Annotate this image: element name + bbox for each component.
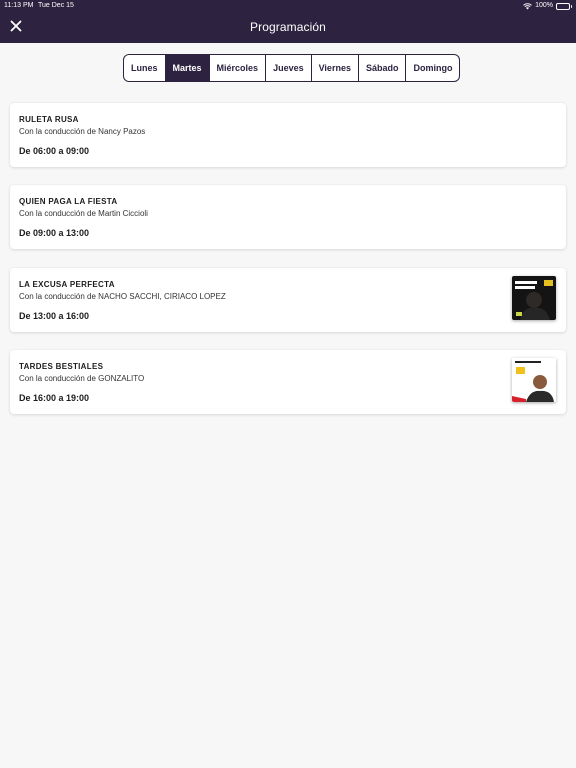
status-bar: 11:13 PM Tue Dec 15 100%: [0, 0, 576, 12]
program-host: Con la conducción de GONZALITO: [19, 374, 145, 383]
battery-icon: [556, 2, 572, 10]
program-time: De 13:00 a 16:00: [19, 311, 90, 321]
program-host: Con la conducción de NACHO SACCHI, CIRIA…: [19, 292, 226, 301]
tab-viernes[interactable]: Viernes: [310, 55, 358, 81]
program-card[interactable]: RULETA RUSA Con la conducción de Nancy P…: [10, 103, 566, 167]
program-host: Con la conducción de Martin Ciccioli: [19, 209, 148, 218]
page-title: Programación: [250, 20, 326, 34]
tab-lunes[interactable]: Lunes: [124, 55, 165, 81]
battery-percent: 100%: [535, 2, 553, 9]
tab-jueves[interactable]: Jueves: [265, 55, 311, 81]
tab-martes[interactable]: Martes: [164, 55, 209, 81]
program-card[interactable]: QUIEN PAGA LA FIESTA Con la conducción d…: [10, 185, 566, 249]
program-title: RULETA RUSA: [19, 115, 79, 124]
program-card[interactable]: TARDES BESTIALES Con la conducción de GO…: [10, 350, 566, 414]
tab-sabado[interactable]: Sábado: [357, 55, 406, 81]
la-excusa-perfecta-thumbnail: [512, 276, 556, 320]
day-selector: Lunes Martes Miércoles Jueves Viernes Sá…: [123, 54, 461, 82]
tab-domingo[interactable]: Domingo: [405, 55, 459, 81]
status-time: 11:13 PM: [4, 2, 34, 9]
program-title: LA EXCUSA PERFECTA: [19, 280, 115, 289]
program-time: De 06:00 a 09:00: [19, 146, 90, 156]
wifi-icon: [523, 2, 532, 9]
program-title: TARDES BESTIALES: [19, 362, 104, 371]
program-title: QUIEN PAGA LA FIESTA: [19, 197, 118, 206]
navigation-bar: 11:13 PM Tue Dec 15 100% Programación: [0, 0, 576, 43]
tardes-bestiales-thumbnail: [512, 358, 556, 402]
program-host: Con la conducción de Nancy Pazos: [19, 127, 146, 136]
program-time: De 09:00 a 13:00: [19, 228, 90, 238]
status-right: 100%: [523, 0, 572, 12]
program-time: De 16:00 a 19:00: [19, 393, 90, 403]
program-card[interactable]: LA EXCUSA PERFECTA Con la conducción de …: [10, 268, 566, 332]
tab-miercoles[interactable]: Miércoles: [208, 55, 266, 81]
status-date: Tue Dec 15: [38, 2, 74, 9]
